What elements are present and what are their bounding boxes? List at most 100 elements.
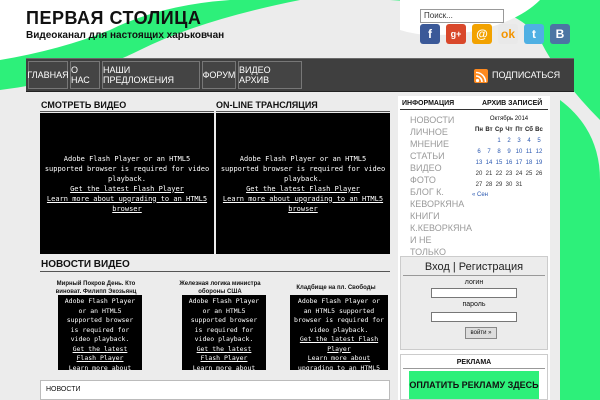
vkontakte-icon[interactable]: B <box>550 24 570 44</box>
calendar-weekday: Чт <box>505 126 513 133</box>
info-link-books[interactable]: КНИГИ К.КЕВОРКЯНА <box>410 210 472 234</box>
archive-heading: АРХИВ ЗАПИСЕЙ <box>482 100 543 107</box>
video-player-live[interactable]: Adobe Flash Player or an HTML5 supported… <box>216 113 390 254</box>
twitter-icon[interactable]: t <box>524 24 544 44</box>
login-submit-button[interactable]: войти » <box>465 327 497 339</box>
google-plus-icon[interactable]: g+ <box>446 24 466 44</box>
calendar-weekday: Ср <box>495 126 503 133</box>
info-link-articles[interactable]: СТАТЬИ <box>410 150 466 162</box>
ads-title: РЕКЛАМА <box>456 359 492 366</box>
facebook-icon[interactable]: f <box>420 24 440 44</box>
nav-item-home[interactable]: ГЛАВНАЯ <box>27 61 69 89</box>
site-title[interactable]: ПЕРВАЯ СТОЛИЦА <box>26 8 201 29</box>
calendar-day: 23 <box>505 170 513 177</box>
nav-item-about[interactable]: О НАС <box>70 61 100 89</box>
archive-calendar: Октябрь 2014 Пн Вт Ср Чт Пт Сб Вс 1 2 3 4 5 6 7 8 9 10 11… <box>470 116 548 198</box>
divider <box>400 109 548 110</box>
calendar-day[interactable]: 10 <box>514 146 524 157</box>
info-heading: ИНФОРМАЦИЯ <box>402 100 455 107</box>
video-player-main[interactable]: Adobe Flash Player or an HTML5 supported… <box>40 113 214 254</box>
calendar-day[interactable]: 13 <box>474 157 484 168</box>
info-links: НОВОСТИ ЛИЧНОЕ МНЕНИЕ СТАТЬИ ВИДЕО ФОТО … <box>410 114 472 258</box>
calendar-day[interactable]: 17 <box>514 157 524 168</box>
calendar-day[interactable]: 2 <box>504 135 514 146</box>
calendar-day[interactable]: 7 <box>484 146 494 157</box>
calendar-day[interactable]: 18 <box>524 157 534 168</box>
flash-message: Adobe Flash Player or an HTML5 supported… <box>294 297 385 334</box>
flash-message: Adobe Flash Player or an HTML5 supported… <box>44 154 210 183</box>
watch-video-title: СМОТРЕТЬ ВИДЕО <box>41 100 127 110</box>
calendar-day: 22 <box>495 170 503 177</box>
info-link-blog[interactable]: БЛОГ К. КЕВОРКЯНА <box>410 186 466 210</box>
calendar-day[interactable]: 6 <box>474 146 484 157</box>
news-video-player[interactable]: Adobe Flash Player or an HTML5 supported… <box>290 295 388 370</box>
calendar-day <box>484 135 494 146</box>
calendar-day[interactable]: 16 <box>504 157 514 168</box>
calendar-day <box>524 179 534 190</box>
calendar-day[interactable]: 3 <box>514 135 524 146</box>
calendar-day[interactable]: 4 <box>524 135 534 146</box>
calendar-day[interactable]: 9 <box>504 146 514 157</box>
calendar-day[interactable]: 1 <box>494 135 504 146</box>
ads-banner[interactable]: ОПЛАТИТЬ РЕКЛАМУ ЗДЕСЬ <box>409 371 539 399</box>
calendar-day <box>534 179 544 190</box>
email-icon[interactable]: @ <box>472 24 492 44</box>
calendar-month: Октябрь 2014 <box>489 116 529 122</box>
info-link-news[interactable]: НОВОСТИ <box>410 114 466 126</box>
flash-message: Adobe Flash Player or an HTML5 supported… <box>64 297 136 343</box>
nav-item-video-archive[interactable]: ВИДЕО АРХИВ <box>238 61 302 89</box>
info-link-photo[interactable]: ФОТО <box>410 174 466 186</box>
flash-message: Adobe Flash Player or an HTML5 supported… <box>188 297 260 343</box>
calendar-day[interactable]: 15 <box>494 157 504 168</box>
calendar-table: Пн Вт Ср Чт Пт Сб Вс 1 2 3 4 5 6 7 8 9 10 11 12 13 14 15 16 17 1… <box>474 124 544 190</box>
divider <box>216 111 390 112</box>
site-subtitle: Видеоканал для настоящих харьковчан <box>26 30 225 41</box>
html5-learn-link[interactable]: Learn more about upgrading to an HTML5 b… <box>186 364 262 371</box>
news-video-player[interactable]: Adobe Flash Player or an HTML5 supported… <box>58 295 142 370</box>
calendar-day[interactable]: 12 <box>534 146 544 157</box>
info-link-more[interactable]: И НЕ ТОЛЬКО <box>410 234 466 258</box>
login-input[interactable] <box>431 288 517 298</box>
html5-learn-link[interactable]: Learn more about upgrading to an HTML5 b… <box>62 364 138 371</box>
get-flash-link[interactable]: Get the latest Flash Player <box>62 345 138 364</box>
calendar-prev-link[interactable]: « Сен <box>472 192 548 198</box>
calendar-weekday: Сб <box>525 126 533 133</box>
divider <box>403 275 545 276</box>
calendar-day: 31 <box>515 181 523 188</box>
calendar-weekday: Вт <box>485 126 493 133</box>
news-caption[interactable]: Кладбище на пл. Свободы <box>286 284 386 292</box>
calendar-day[interactable]: 8 <box>494 146 504 157</box>
news-caption[interactable]: Железная логика министра обороны США <box>170 280 270 296</box>
html5-learn-link[interactable]: Learn more about upgrading to an HTML5 b… <box>44 194 210 214</box>
calendar-day: 24 <box>515 170 523 177</box>
calendar-day[interactable]: 14 <box>484 157 494 168</box>
get-flash-link[interactable]: Get the latest Flash Player <box>294 335 384 354</box>
get-flash-link[interactable]: Get the latest Flash Player <box>220 184 386 194</box>
html5-learn-link[interactable]: Learn more about upgrading to an HTML5 b… <box>294 354 384 370</box>
html5-learn-link[interactable]: Learn more about upgrading to an HTML5 b… <box>220 194 386 214</box>
get-flash-link[interactable]: Get the latest Flash Player <box>44 184 210 194</box>
odnoklassniki-icon[interactable]: ok <box>498 24 518 44</box>
divider <box>40 271 390 272</box>
get-flash-link[interactable]: Get the latest Flash Player <box>186 345 262 364</box>
news-panel: НОВОСТИ <box>40 380 390 400</box>
info-link-opinion[interactable]: ЛИЧНОЕ МНЕНИЕ <box>410 126 466 150</box>
divider <box>40 111 214 112</box>
subscribe-link[interactable]: ПОДПИСАТЬСЯ <box>492 70 560 80</box>
calendar-day: 28 <box>485 181 493 188</box>
calendar-day[interactable]: 5 <box>534 135 544 146</box>
rss-icon[interactable] <box>474 69 488 83</box>
calendar-weekday: Пт <box>515 126 523 133</box>
calendar-weekday: Пн <box>475 126 483 133</box>
calendar-day[interactable]: 19 <box>534 157 544 168</box>
password-input[interactable] <box>431 312 517 322</box>
news-video-player[interactable]: Adobe Flash Player or an HTML5 supported… <box>182 295 266 370</box>
login-title[interactable]: Вход | Регистрация <box>401 261 547 273</box>
nav-item-forum[interactable]: ФОРУМ <box>202 61 236 89</box>
search-input[interactable]: Поиск... <box>420 9 504 23</box>
info-link-video[interactable]: ВИДЕО <box>410 162 466 174</box>
news-caption[interactable]: Мирный Покров День. Кто виноват. Филипп … <box>46 280 146 296</box>
calendar-day[interactable]: 11 <box>524 146 534 157</box>
nav-item-offers[interactable]: НАШИ ПРЕДЛОЖЕНИЯ <box>102 61 200 89</box>
calendar-day: 27 <box>475 181 483 188</box>
